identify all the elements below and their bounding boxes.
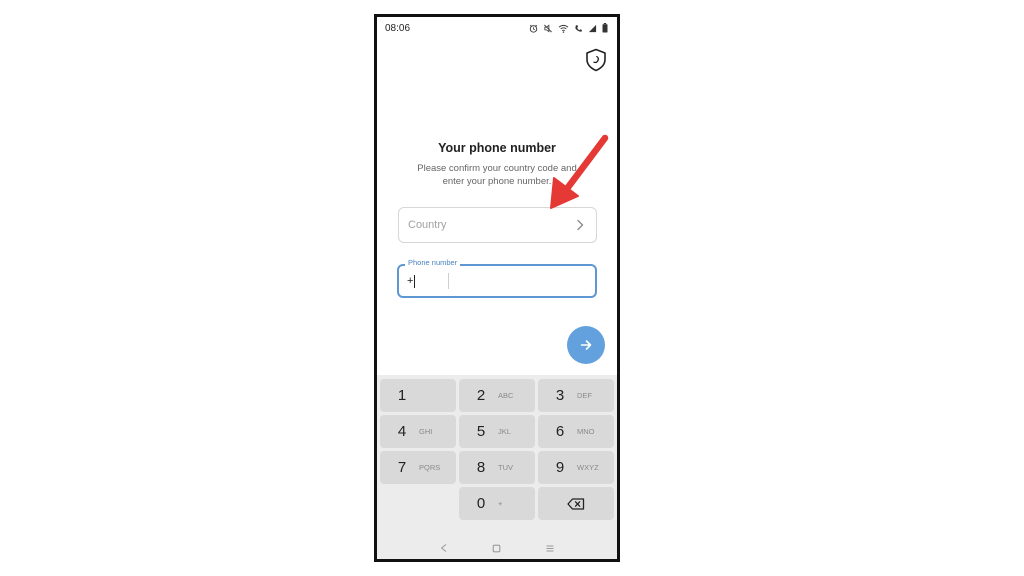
key-letters: +: [498, 499, 503, 508]
key-digit: 6: [555, 423, 565, 440]
key-6[interactable]: 6 MNO: [538, 415, 614, 448]
mute-icon: [544, 24, 552, 32]
key-letters: ABC: [498, 391, 514, 400]
key-digit: 7: [397, 459, 407, 476]
key-5[interactable]: 5 JKL: [459, 415, 535, 448]
status-icons: [529, 23, 608, 33]
country-placeholder: Country: [408, 219, 447, 231]
signal-icon: [588, 24, 597, 32]
key-4[interactable]: 4 GHI: [380, 415, 456, 448]
battery-icon: [602, 23, 608, 33]
key-2[interactable]: 2 ABC: [459, 379, 535, 412]
key-digit: 2: [476, 387, 486, 404]
country-selector[interactable]: Country: [398, 207, 597, 243]
system-nav-bar: [377, 531, 617, 559]
chevron-right-icon: [577, 219, 584, 231]
back-icon[interactable]: [439, 543, 448, 553]
key-letters: WXYZ: [577, 463, 599, 472]
screenshot-canvas: 08:06 Your phone number Please confirm y…: [0, 0, 1024, 576]
key-letters: DEF: [577, 391, 592, 400]
wifi-icon: [558, 24, 569, 33]
shield-icon[interactable]: [585, 48, 607, 72]
key-digit: 5: [476, 423, 486, 440]
key-digit: 1: [397, 387, 407, 404]
arrow-right-icon: [580, 340, 592, 350]
key-digit: 0: [476, 495, 486, 512]
key-letters: PQRS: [419, 463, 441, 472]
key-letters: TUV: [498, 463, 513, 472]
key-7[interactable]: 7 PQRS: [380, 451, 456, 484]
key-digit: 9: [555, 459, 565, 476]
phone-number-field[interactable]: Phone number +: [397, 258, 597, 298]
key-digit: 8: [476, 459, 486, 476]
key-letters: JKL: [498, 427, 511, 436]
phone-number-input[interactable]: [455, 270, 585, 292]
key-9[interactable]: 9 WXYZ: [538, 451, 614, 484]
key-letters: GHI: [419, 427, 433, 436]
next-button[interactable]: [567, 326, 605, 364]
key-0[interactable]: 0 +: [459, 487, 535, 520]
backspace-key[interactable]: [538, 487, 614, 520]
phone-screen: 08:06 Your phone number Please confirm y…: [374, 14, 620, 562]
numeric-keypad: 1 2 ABC 3 DEF 4 GHI 5 JKL 6 MNO 7 PQRS 8 TUV 9 W…: [377, 375, 617, 531]
keypad-empty-slot: [380, 487, 456, 520]
status-time: 08:06: [385, 22, 411, 34]
recents-icon[interactable]: [545, 544, 555, 553]
key-letters: MNO: [577, 427, 595, 436]
key-digit: 4: [397, 423, 407, 440]
phone-number-label: Phone number: [405, 258, 461, 267]
alarm-icon: [529, 24, 538, 33]
backspace-icon: [567, 497, 585, 510]
home-icon[interactable]: [492, 544, 501, 553]
text-caret: [414, 274, 416, 288]
call-signal-icon: [575, 24, 582, 32]
key-1[interactable]: 1: [380, 379, 456, 412]
key-3[interactable]: 3 DEF: [538, 379, 614, 412]
key-digit: 3: [555, 387, 565, 404]
red-arrow-annotation: [550, 134, 609, 209]
status-bar: 08:06: [377, 17, 617, 39]
key-8[interactable]: 8 TUV: [459, 451, 535, 484]
country-code-prefix[interactable]: +: [407, 275, 413, 287]
code-divider: [448, 273, 449, 289]
